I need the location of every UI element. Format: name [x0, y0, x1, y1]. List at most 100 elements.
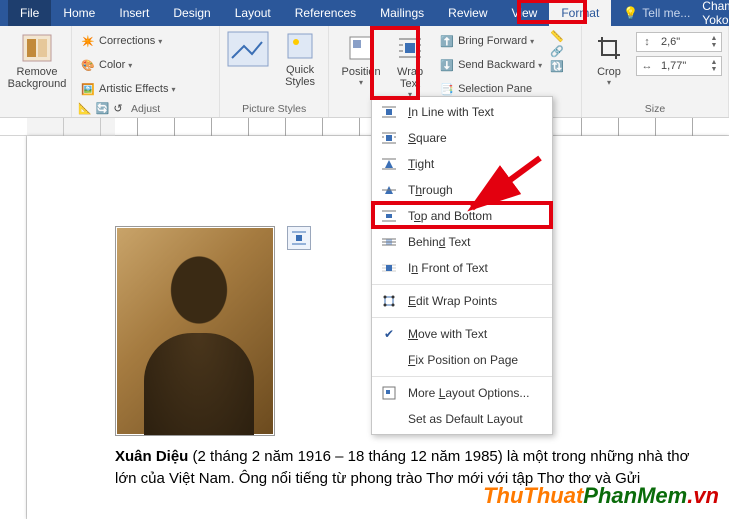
blank-icon	[380, 410, 398, 428]
tell-me[interactable]: 💡 Tell me...	[611, 0, 702, 26]
wrap-top-bottom[interactable]: Top and Bottom	[372, 203, 552, 229]
paragraph-text: (2 tháng 2 năm 1916 – 18 tháng 12 năm 19…	[115, 448, 689, 487]
more-layout-options[interactable]: More Layout Options...	[372, 380, 552, 406]
more-options-icon	[380, 384, 398, 402]
menubar: File Home Insert Design Layout Reference…	[0, 0, 729, 26]
chevron-down-icon: ▾	[530, 37, 534, 46]
group-adjust: ✴️ Corrections ▾ 🎨 Color ▾ 🖼️ Artistic E…	[72, 26, 220, 117]
tab-home[interactable]: Home	[51, 0, 107, 26]
send-backward-label: Send Backward	[458, 59, 535, 71]
color-button[interactable]: 🎨 Color ▾	[78, 54, 213, 76]
check-icon: ✔	[380, 327, 398, 341]
page-area: Xuân Diệu (2 tháng 2 năm 1916 – 18 tháng…	[0, 136, 729, 519]
position-label: Position	[341, 66, 380, 78]
height-input[interactable]: ↕ 2,6" ▲▼	[636, 32, 722, 52]
tab-layout[interactable]: Layout	[223, 0, 283, 26]
inserted-picture[interactable]	[115, 226, 275, 436]
chevron-down-icon: ▾	[128, 61, 132, 70]
position-button[interactable]: Position ▾	[335, 30, 387, 100]
vertical-ruler[interactable]	[0, 136, 27, 519]
wrap-inline[interactable]: In Line with Text	[372, 99, 552, 125]
corrections-icon: ✴️	[80, 33, 96, 49]
color-label: Color	[99, 59, 125, 71]
wrap-through-label: Through	[408, 183, 453, 197]
menu-separator	[372, 284, 552, 285]
height-icon: ↕	[637, 36, 657, 48]
wrap-infront-label: In Front of Text	[408, 261, 488, 275]
wrap-square[interactable]: Square	[372, 125, 552, 151]
artistic-icon: 🖼️	[80, 81, 96, 97]
tab-insert[interactable]: Insert	[107, 0, 161, 26]
send-backward-button[interactable]: ⬇️ Send Backward ▾	[437, 54, 544, 76]
corrections-button[interactable]: ✴️ Corrections ▾	[78, 30, 213, 52]
corrections-label: Corrections	[99, 35, 155, 47]
wrap-topbottom-icon	[380, 207, 398, 225]
height-value: 2,6"	[657, 36, 707, 48]
align-icon[interactable]: 📏	[550, 30, 564, 43]
remove-bg-label: Remove Background	[8, 66, 67, 90]
style-thumb-1[interactable]	[226, 30, 270, 68]
quick-styles-button[interactable]: Quick Styles	[276, 28, 324, 88]
bold-name: Xuân Diệu	[115, 448, 188, 465]
bring-forward-button[interactable]: ⬆️ Bring Forward ▾	[437, 30, 544, 52]
tab-review[interactable]: Review	[436, 0, 499, 26]
menu-separator	[372, 376, 552, 377]
selection-pane-label: Selection Pane	[458, 83, 532, 95]
wrap-infront[interactable]: In Front of Text	[372, 255, 552, 281]
fix-position[interactable]: Fix Position on Page	[372, 347, 552, 373]
menu-separator	[372, 317, 552, 318]
spinner-arrows[interactable]: ▲▼	[707, 59, 721, 73]
tab-view[interactable]: View	[500, 0, 550, 26]
horizontal-ruler[interactable]	[0, 118, 729, 136]
bulb-icon: 💡	[623, 0, 638, 26]
bring-forward-label: Bring Forward	[458, 35, 527, 47]
wrap-through-icon	[380, 181, 398, 199]
chevron-down-icon: ▾	[359, 78, 363, 87]
group-label-size: Size	[582, 103, 728, 115]
ribbon: Remove Background ✴️ Corrections ▾ 🎨 Col…	[0, 26, 729, 118]
tab-design[interactable]: Design	[161, 0, 222, 26]
wrap-text-button[interactable]: Wrap Text ▾	[387, 30, 433, 100]
tab-format[interactable]: Format	[549, 0, 611, 26]
wrap-tight-label: Tight	[408, 157, 434, 171]
artistic-effects-button[interactable]: 🖼️ Artistic Effects ▾	[78, 78, 213, 100]
tab-mailings[interactable]: Mailings	[368, 0, 436, 26]
crop-label: Crop	[597, 66, 621, 78]
wrap-text-label: Wrap Text	[397, 66, 423, 90]
remove-background-button[interactable]: Remove Background	[6, 30, 68, 90]
edit-wrap-points[interactable]: Edit Wrap Points	[372, 288, 552, 314]
color-icon: 🎨	[80, 57, 96, 73]
tab-references[interactable]: References	[283, 0, 368, 26]
body-text[interactable]: Xuân Diệu (2 tháng 2 năm 1916 – 18 tháng…	[115, 446, 709, 490]
width-input[interactable]: ↔ 1,77" ▲▼	[636, 56, 722, 76]
tell-me-label: Tell me...	[642, 0, 690, 26]
move-with-text[interactable]: ✔Move with Text	[372, 321, 552, 347]
chevron-down-icon: ▾	[607, 78, 611, 87]
crop-icon	[593, 32, 625, 64]
wrap-topbottom-label: Top and Bottom	[408, 209, 492, 223]
wrap-text-menu: In Line with Text Square Tight Through T…	[371, 96, 553, 435]
quick-styles-label: Quick Styles	[285, 64, 315, 88]
send-backward-icon: ⬇️	[439, 57, 455, 73]
wrap-behind[interactable]: Behind Text	[372, 229, 552, 255]
width-icon: ↔	[637, 60, 657, 72]
wrap-through[interactable]: Through	[372, 177, 552, 203]
rotate-icon[interactable]: 🔃	[550, 60, 564, 73]
bring-forward-icon: ⬆️	[439, 33, 455, 49]
wrap-square-label: Square	[408, 131, 447, 145]
user-name[interactable]: Cham Yoko	[702, 0, 729, 27]
set-default-layout[interactable]: Set as Default Layout	[372, 406, 552, 432]
set-default-label: Set as Default Layout	[408, 412, 523, 426]
position-icon	[345, 32, 377, 64]
anchor-icon[interactable]	[287, 226, 311, 250]
chevron-down-icon: ▾	[538, 61, 542, 70]
spinner-arrows[interactable]: ▲▼	[707, 35, 721, 49]
crop-button[interactable]: Crop ▾	[588, 30, 630, 87]
edit-points-icon	[380, 292, 398, 310]
group-icon[interactable]: 🔗	[550, 45, 564, 58]
group-remove-background: Remove Background	[0, 26, 72, 117]
more-layout-label: More Layout Options...	[408, 386, 529, 400]
group-picture-styles: Quick Styles Picture Styles	[220, 26, 329, 117]
tab-file[interactable]: File	[8, 0, 51, 26]
wrap-tight[interactable]: Tight	[372, 151, 552, 177]
